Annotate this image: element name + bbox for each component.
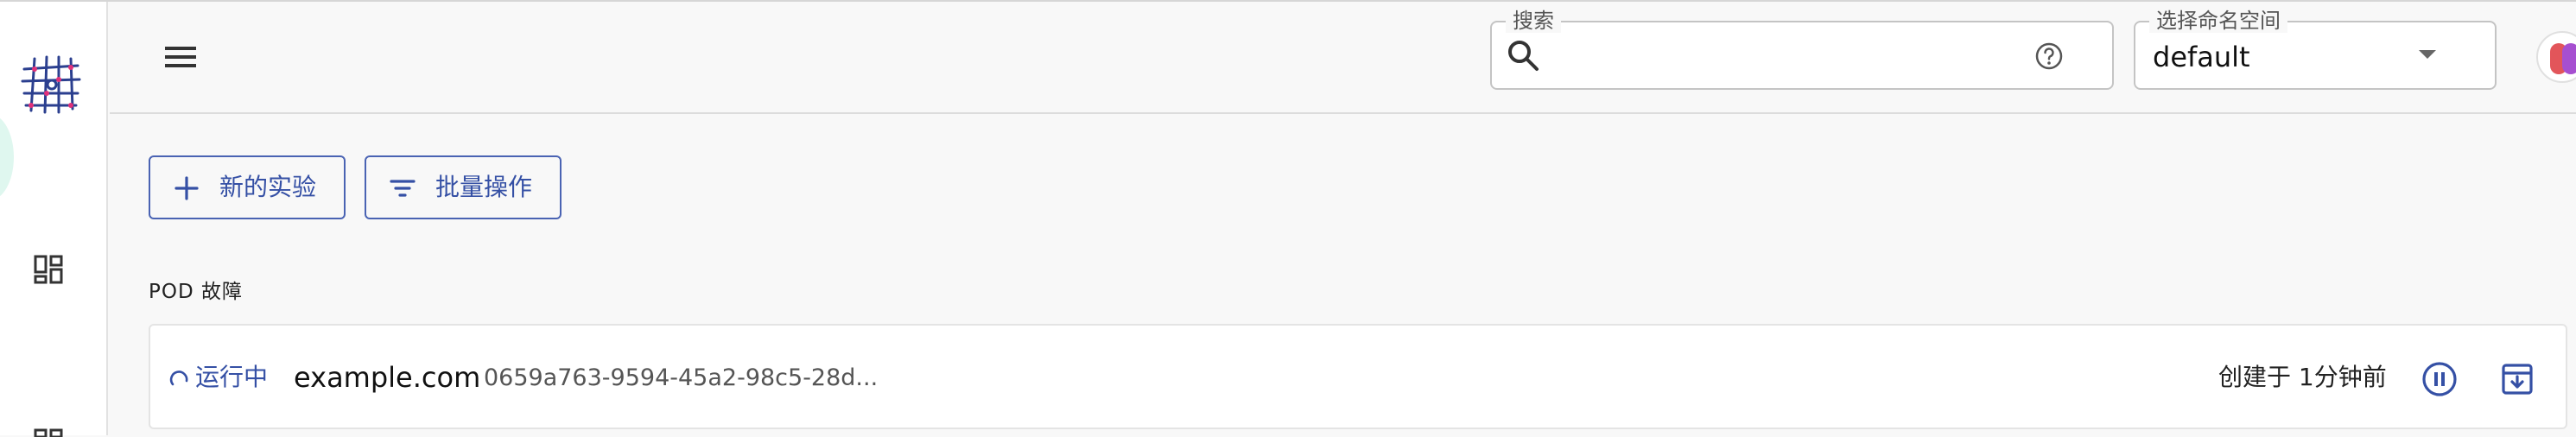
batch-operation-button[interactable]: 批量操作 [365,155,562,219]
experiment-card[interactable]: 运行中 example.com 0659a763-9594-45a2-98c5-… [149,324,2567,429]
status-text: 运行中 [195,363,269,391]
sidebar [0,2,108,437]
chevron-down-icon[interactable] [2419,50,2436,59]
search-icon [1508,41,1539,71]
pause-icon[interactable] [2421,360,2459,398]
sidebar-decoration [0,114,14,200]
namespace-label: 选择命名空间 [2149,9,2287,33]
running-spinner-icon [169,370,188,386]
section-title: POD 故障 [149,281,243,303]
status-badge: 运行中 [169,360,268,395]
menu-icon[interactable] [163,43,198,71]
filter-icon [390,180,416,197]
search-field[interactable]: 搜索 [1490,9,2114,90]
experiment-name: example.com [294,361,481,394]
help-icon[interactable] [2034,41,2064,71]
archive-icon[interactable] [2498,360,2536,398]
namespace-value: default [2153,41,2250,73]
mesh-logo-icon[interactable] [21,54,81,116]
add-icon [174,176,199,200]
namespace-select[interactable]: 选择命名空间 default [2134,9,2497,90]
dashboard-icon[interactable] [33,254,64,285]
new-experiment-label: 新的实验 [219,173,317,201]
sidebar-next-icon[interactable] [33,428,64,437]
search-label: 搜索 [1506,9,1561,33]
created-time: 创建于 1分钟前 [2218,363,2387,391]
avatar-shape-right [2562,43,2576,74]
new-experiment-button[interactable]: 新的实验 [149,155,346,219]
experiment-uid: 0659a763-9594-45a2-98c5-28d... [484,364,879,391]
batch-operation-label: 批量操作 [435,173,533,201]
